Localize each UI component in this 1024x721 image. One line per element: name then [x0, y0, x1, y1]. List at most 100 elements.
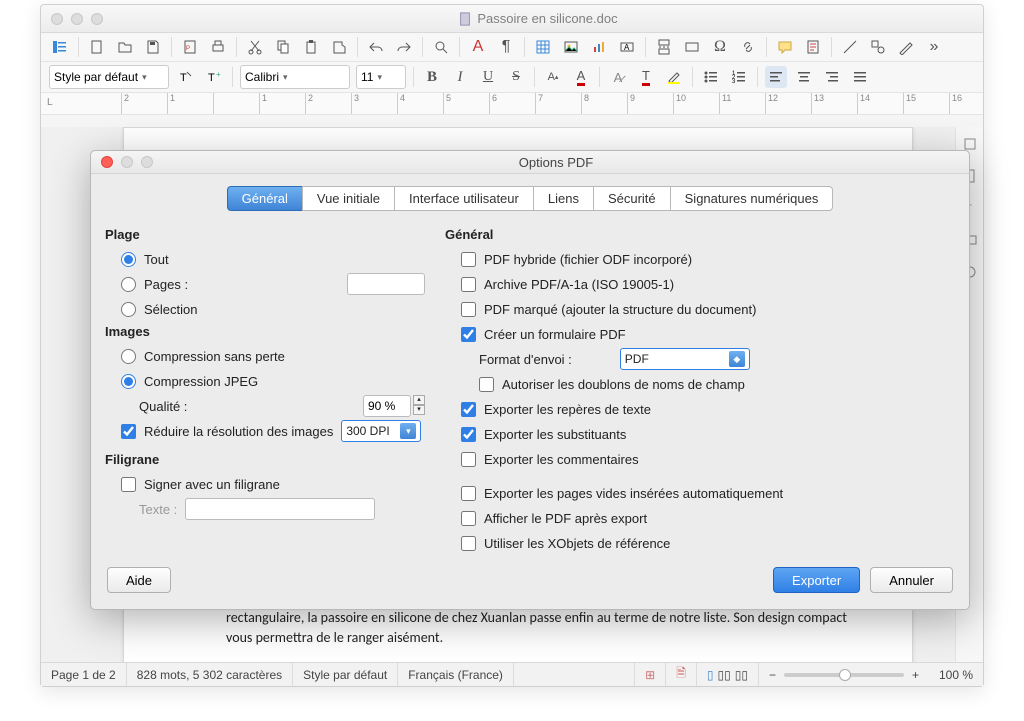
new-style-icon[interactable]: T+: [203, 66, 225, 88]
dialog-minimize-icon[interactable]: [121, 156, 133, 168]
check-allow-dup[interactable]: [479, 377, 494, 392]
cancel-button[interactable]: Annuler: [870, 567, 953, 593]
numbering-icon[interactable]: 123: [728, 66, 750, 88]
quality-stepper[interactable]: ▴▾: [413, 395, 425, 417]
check-blank-pages[interactable]: [461, 486, 476, 501]
tab-interface-utilisateur[interactable]: Interface utilisateur: [394, 186, 533, 211]
field-icon[interactable]: [681, 36, 703, 58]
bullets-icon[interactable]: [700, 66, 722, 88]
hyperlink-icon[interactable]: [737, 36, 759, 58]
window-zoom-icon[interactable]: [91, 13, 103, 25]
view-multi-icon[interactable]: ▯▯: [718, 668, 731, 682]
redo-icon[interactable]: [393, 36, 415, 58]
underline-icon[interactable]: U: [477, 66, 499, 88]
more-icon[interactable]: »: [923, 36, 945, 58]
table-icon[interactable]: [532, 36, 554, 58]
zoom-value[interactable]: 100 %: [929, 663, 983, 686]
pagebreak-icon[interactable]: [653, 36, 675, 58]
check-comments[interactable]: [461, 452, 476, 467]
check-xobjects[interactable]: [461, 536, 476, 551]
paragraph-style-select[interactable]: Style par défaut▾: [49, 65, 169, 89]
status-wordcount[interactable]: 828 mots, 5 302 caractères: [127, 663, 293, 686]
zoom-out-icon[interactable]: −: [769, 668, 776, 682]
view-book-icon[interactable]: ▯▯: [735, 668, 748, 682]
paste-icon[interactable]: [300, 36, 322, 58]
check-create-form[interactable]: [461, 327, 476, 342]
zoom-in-icon[interactable]: +: [912, 668, 919, 682]
clear-fmt-icon[interactable]: A̷: [607, 66, 629, 88]
window-minimize-icon[interactable]: [71, 13, 83, 25]
image-icon[interactable]: [560, 36, 582, 58]
check-hybrid[interactable]: [461, 252, 476, 267]
print-icon[interactable]: [207, 36, 229, 58]
check-view-after[interactable]: [461, 511, 476, 526]
spellcheck-icon[interactable]: A: [467, 36, 489, 58]
dialog-zoom-icon[interactable]: [141, 156, 153, 168]
select-submit-format[interactable]: PDF◆: [620, 348, 750, 370]
bold-icon[interactable]: B: [421, 66, 443, 88]
superscript-icon[interactable]: A▴: [542, 66, 564, 88]
strikethrough-icon[interactable]: S: [505, 66, 527, 88]
align-center-icon[interactable]: [793, 66, 815, 88]
check-sign-watermark[interactable]: [121, 477, 136, 492]
tab-liens[interactable]: Liens: [533, 186, 593, 211]
radio-jpeg[interactable]: [121, 374, 136, 389]
tab-vue-initiale[interactable]: Vue initiale: [302, 186, 394, 211]
new-icon[interactable]: [86, 36, 108, 58]
export-button[interactable]: Exporter: [773, 567, 860, 593]
line-icon[interactable]: [839, 36, 861, 58]
check-reduce-resolution[interactable]: [121, 424, 136, 439]
check-tagged[interactable]: [461, 302, 476, 317]
font-size-select[interactable]: 11▾: [356, 65, 406, 89]
save-icon[interactable]: [142, 36, 164, 58]
status-insert-mode[interactable]: ⊞: [635, 663, 666, 686]
check-placeholders[interactable]: [461, 427, 476, 442]
radio-tout[interactable]: [121, 252, 136, 267]
zoom-slider[interactable]: [784, 673, 904, 677]
textbox-icon[interactable]: A: [616, 36, 638, 58]
nonprinting-icon[interactable]: ¶: [495, 36, 517, 58]
font-color-icon[interactable]: A: [570, 66, 592, 88]
radio-pages[interactable]: [121, 277, 136, 292]
trackchanges-icon[interactable]: [802, 36, 824, 58]
font-name-select[interactable]: Calibri▾: [240, 65, 350, 89]
view-single-icon[interactable]: ▯: [707, 668, 714, 682]
horizontal-ruler[interactable]: L 21123456789101112131415161718: [41, 93, 983, 115]
tab-signatures-numériques[interactable]: Signatures numériques: [670, 186, 834, 211]
draw-icon[interactable]: [895, 36, 917, 58]
tab-sécurité[interactable]: Sécurité: [593, 186, 670, 211]
input-pages[interactable]: [347, 273, 425, 295]
align-justify-icon[interactable]: [849, 66, 871, 88]
italic-icon[interactable]: I: [449, 66, 471, 88]
tab-général[interactable]: Général: [227, 186, 302, 211]
shapes-icon[interactable]: [867, 36, 889, 58]
status-style[interactable]: Style par défaut: [293, 663, 398, 686]
chart-icon[interactable]: [588, 36, 610, 58]
input-quality[interactable]: [363, 395, 411, 417]
check-archive[interactable]: [461, 277, 476, 292]
char-highlight-icon[interactable]: T: [635, 66, 657, 88]
help-button[interactable]: Aide: [107, 567, 171, 593]
highlight-icon[interactable]: [663, 66, 685, 88]
dialog-close-icon[interactable]: [101, 156, 113, 168]
sidebar-toggle-icon[interactable]: [49, 36, 71, 58]
status-page[interactable]: Page 1 de 2: [41, 663, 127, 686]
align-left-icon[interactable]: [765, 66, 787, 88]
status-signature[interactable]: 🗎: [666, 663, 697, 686]
radio-selection[interactable]: [121, 302, 136, 317]
copy-icon[interactable]: [272, 36, 294, 58]
select-dpi[interactable]: 300 DPI▾: [341, 420, 421, 442]
window-close-icon[interactable]: [51, 13, 63, 25]
undo-icon[interactable]: [365, 36, 387, 58]
check-bookmarks[interactable]: [461, 402, 476, 417]
status-language[interactable]: Français (France): [398, 663, 514, 686]
body-text[interactable]: rectangulaire, la passoire en silicone d…: [226, 608, 856, 647]
comment-icon[interactable]: [774, 36, 796, 58]
find-icon[interactable]: [430, 36, 452, 58]
export-pdf-icon[interactable]: P: [179, 36, 201, 58]
cut-icon[interactable]: [244, 36, 266, 58]
open-icon[interactable]: [114, 36, 136, 58]
clone-fmt-icon[interactable]: [328, 36, 350, 58]
radio-lossless[interactable]: [121, 349, 136, 364]
align-right-icon[interactable]: [821, 66, 843, 88]
